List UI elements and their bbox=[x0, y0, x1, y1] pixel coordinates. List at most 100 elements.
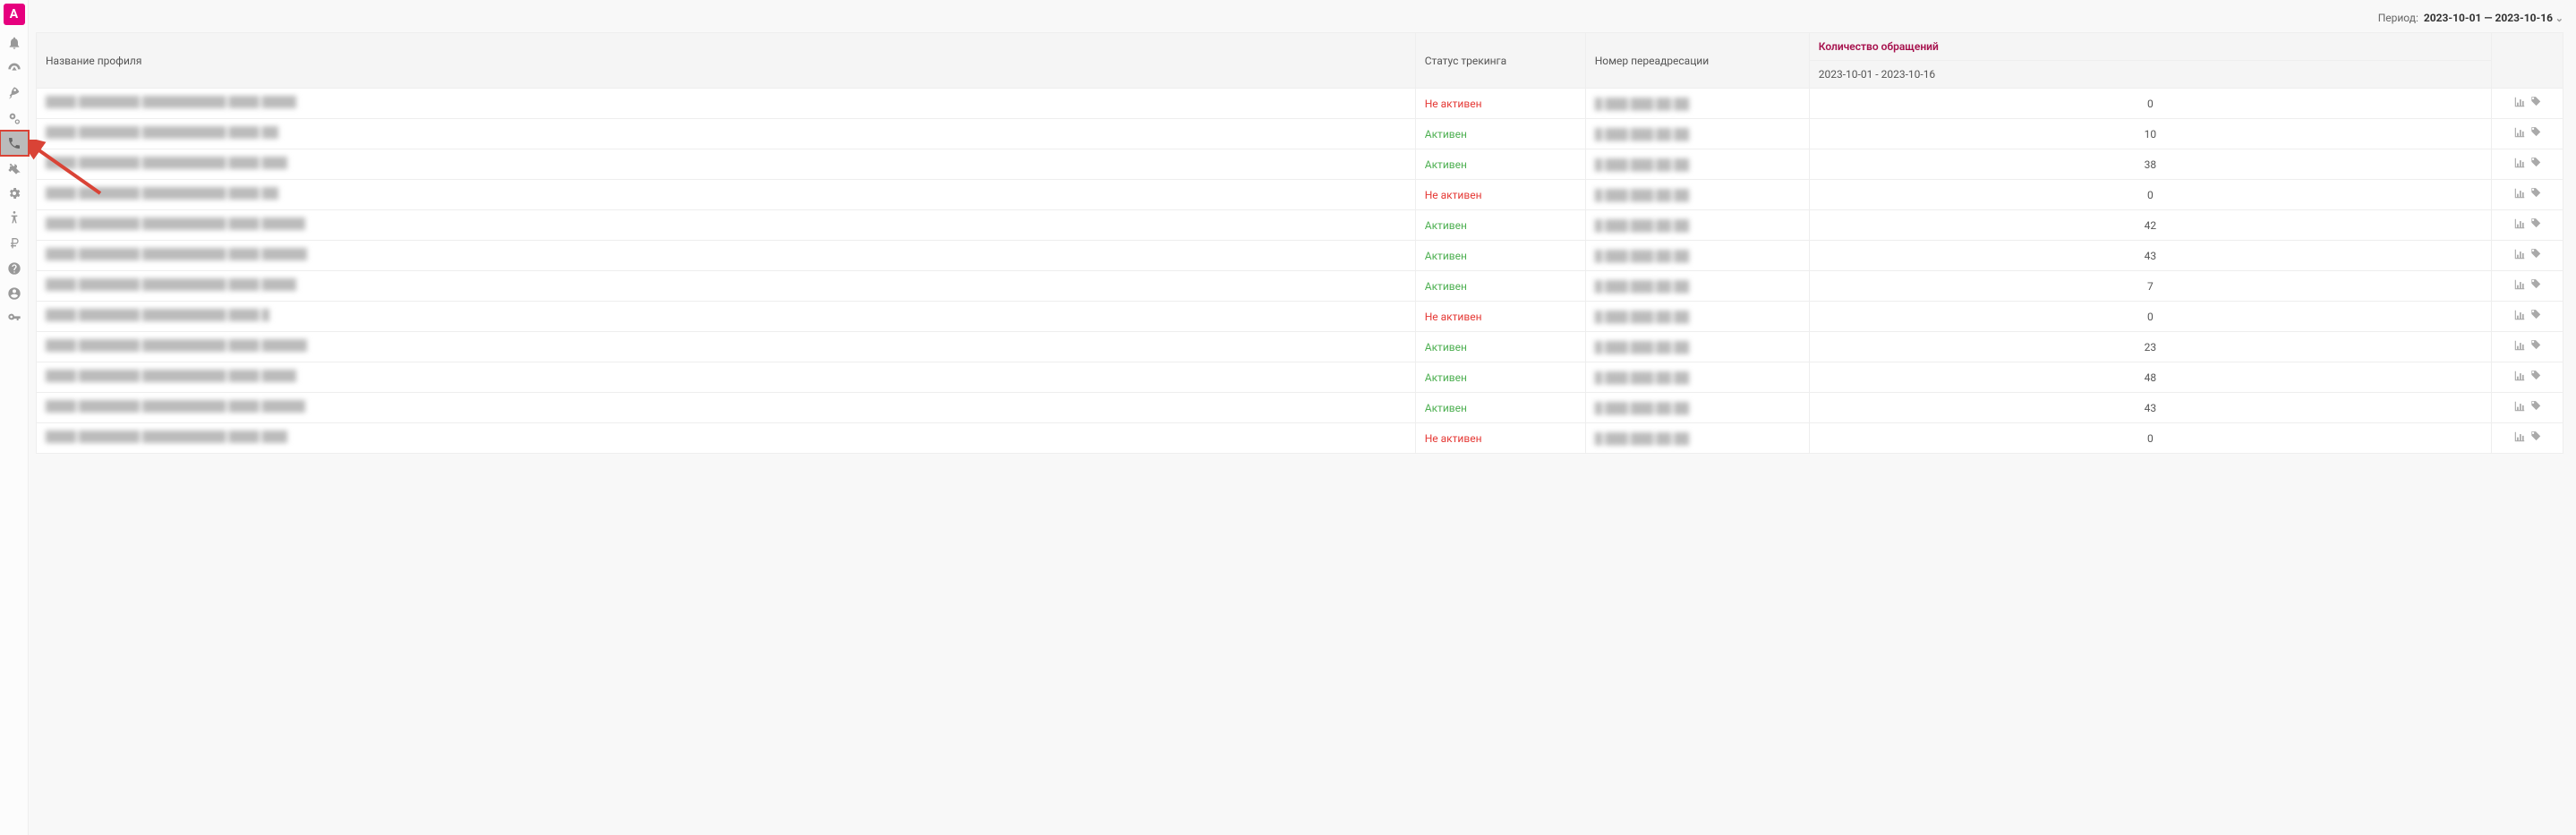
gauge-icon bbox=[7, 61, 21, 75]
row-stats-button[interactable] bbox=[2512, 342, 2528, 354]
cell-profile-name[interactable]: ████ ████████ ███████████ ████ ██████ bbox=[37, 210, 1416, 241]
cell-status: Не активен bbox=[1415, 180, 1585, 210]
tag-icon bbox=[2529, 187, 2542, 200]
cell-redirect-number: █ ███ ███ ██ ██ bbox=[1585, 332, 1809, 362]
cell-actions bbox=[2492, 423, 2563, 454]
cell-profile-name[interactable]: ████ ████████ ███████████ ████ ██████ bbox=[37, 180, 1416, 210]
cell-status: Активен bbox=[1415, 210, 1585, 241]
chart-icon bbox=[2513, 96, 2526, 108]
table-row: ████ ████████ ███████████ ████ ██████Не … bbox=[37, 89, 2563, 119]
nav-tools[interactable] bbox=[0, 156, 29, 181]
help-icon bbox=[7, 261, 21, 276]
cell-profile-name[interactable]: ████ ████████ ███████████ ████ ██████ bbox=[37, 271, 1416, 302]
row-tag-button[interactable] bbox=[2528, 311, 2544, 324]
cell-profile-name[interactable]: ████ ████████ ███████████ ████ ██████ bbox=[37, 149, 1416, 180]
row-tag-button[interactable] bbox=[2528, 342, 2544, 354]
cell-profile-name[interactable]: ████ ████████ ███████████ ████ ██████ bbox=[37, 332, 1416, 362]
user-circle-icon bbox=[7, 286, 21, 301]
nav-automation[interactable] bbox=[0, 106, 29, 131]
row-stats-button[interactable] bbox=[2512, 403, 2528, 415]
cell-actions bbox=[2492, 89, 2563, 119]
nav-api[interactable] bbox=[0, 306, 29, 331]
table-row: ████ ████████ ███████████ ████ ██████Не … bbox=[37, 180, 2563, 210]
nav-account[interactable] bbox=[0, 281, 29, 306]
nav-help[interactable] bbox=[0, 256, 29, 281]
cell-profile-name[interactable]: ████ ████████ ███████████ ████ ██████ bbox=[37, 119, 1416, 149]
row-stats-button[interactable] bbox=[2512, 311, 2528, 324]
tag-icon bbox=[2529, 309, 2542, 321]
cell-profile-name[interactable]: ████ ████████ ███████████ ████ ██████ bbox=[37, 362, 1416, 393]
row-tag-button[interactable] bbox=[2528, 129, 2544, 141]
row-stats-button[interactable] bbox=[2512, 372, 2528, 385]
col-request-count-range: 2023-10-01 - 2023-10-16 bbox=[1809, 61, 2491, 89]
cell-redirect-number: █ ███ ███ ██ ██ bbox=[1585, 180, 1809, 210]
cell-status: Активен bbox=[1415, 362, 1585, 393]
row-stats-button[interactable] bbox=[2512, 433, 2528, 446]
cell-redirect-number: █ ███ ███ ██ ██ bbox=[1585, 393, 1809, 423]
cell-profile-name[interactable]: ████ ████████ ███████████ ████ ██████ bbox=[37, 89, 1416, 119]
cell-redirect-number: █ ███ ███ ██ ██ bbox=[1585, 149, 1809, 180]
gears-icon bbox=[7, 111, 21, 125]
row-tag-button[interactable] bbox=[2528, 403, 2544, 415]
row-tag-button[interactable] bbox=[2528, 372, 2544, 385]
row-tag-button[interactable] bbox=[2528, 281, 2544, 294]
row-stats-button[interactable] bbox=[2512, 159, 2528, 172]
tools-icon bbox=[7, 161, 21, 175]
tag-icon bbox=[2529, 157, 2542, 169]
cell-count: 7 bbox=[1809, 271, 2491, 302]
row-tag-button[interactable] bbox=[2528, 190, 2544, 202]
nav-settings[interactable] bbox=[0, 181, 29, 206]
row-tag-button[interactable] bbox=[2528, 251, 2544, 263]
chart-icon bbox=[2513, 187, 2526, 200]
tag-icon bbox=[2529, 430, 2542, 443]
cell-redirect-number: █ ███ ███ ██ ██ bbox=[1585, 302, 1809, 332]
row-stats-button[interactable] bbox=[2512, 251, 2528, 263]
nav-dashboard[interactable] bbox=[0, 55, 29, 81]
row-stats-button[interactable] bbox=[2512, 98, 2528, 111]
cell-profile-name[interactable]: ████ ████████ ███████████ ████ ██████ bbox=[37, 423, 1416, 454]
row-tag-button[interactable] bbox=[2528, 159, 2544, 172]
nav-launch[interactable] bbox=[0, 81, 29, 106]
nav-calltracking[interactable] bbox=[0, 131, 29, 156]
row-tag-button[interactable] bbox=[2528, 220, 2544, 233]
cell-actions bbox=[2492, 149, 2563, 180]
cell-profile-name[interactable]: ████ ████████ ███████████ ████ ██████ bbox=[37, 241, 1416, 271]
table-row: ████ ████████ ███████████ ████ ██████Акт… bbox=[37, 362, 2563, 393]
cell-status: Активен bbox=[1415, 149, 1585, 180]
chart-icon bbox=[2513, 217, 2526, 230]
row-stats-button[interactable] bbox=[2512, 190, 2528, 202]
sidebar: A bbox=[0, 0, 29, 835]
row-tag-button[interactable] bbox=[2528, 98, 2544, 111]
tag-icon bbox=[2529, 126, 2542, 139]
cell-profile-name[interactable]: ████ ████████ ███████████ ████ ██████ bbox=[37, 302, 1416, 332]
cell-profile-name[interactable]: ████ ████████ ███████████ ████ ██████ bbox=[37, 393, 1416, 423]
cell-status: Активен bbox=[1415, 271, 1585, 302]
tag-icon bbox=[2529, 339, 2542, 352]
period-label: Период: bbox=[2378, 12, 2418, 24]
row-tag-button[interactable] bbox=[2528, 433, 2544, 446]
nav-accessibility[interactable] bbox=[0, 206, 29, 231]
nav-notifications[interactable] bbox=[0, 30, 29, 55]
chart-icon bbox=[2513, 157, 2526, 169]
col-request-count[interactable]: Количество обращений bbox=[1809, 33, 2491, 61]
nav-billing[interactable] bbox=[0, 231, 29, 256]
chart-icon bbox=[2513, 309, 2526, 321]
cell-count: 23 bbox=[1809, 332, 2491, 362]
chart-icon bbox=[2513, 370, 2526, 382]
period-picker[interactable]: 2023-10-01 — 2023-10-16 bbox=[2424, 12, 2563, 24]
table-row: ████ ████████ ███████████ ████ ██████Акт… bbox=[37, 210, 2563, 241]
gear-icon bbox=[7, 186, 21, 200]
cell-status: Не активен bbox=[1415, 89, 1585, 119]
cell-count: 0 bbox=[1809, 302, 2491, 332]
row-stats-button[interactable] bbox=[2512, 129, 2528, 141]
row-stats-button[interactable] bbox=[2512, 281, 2528, 294]
cell-redirect-number: █ ███ ███ ██ ██ bbox=[1585, 89, 1809, 119]
col-redirect-number[interactable]: Номер переадресации bbox=[1585, 33, 1809, 89]
bell-icon bbox=[7, 36, 21, 50]
cell-count: 0 bbox=[1809, 423, 2491, 454]
chart-icon bbox=[2513, 430, 2526, 443]
row-stats-button[interactable] bbox=[2512, 220, 2528, 233]
app-logo[interactable]: A bbox=[4, 4, 25, 25]
col-tracking-status[interactable]: Статус трекинга bbox=[1415, 33, 1585, 89]
col-profile-name[interactable]: Название профиля bbox=[37, 33, 1416, 89]
